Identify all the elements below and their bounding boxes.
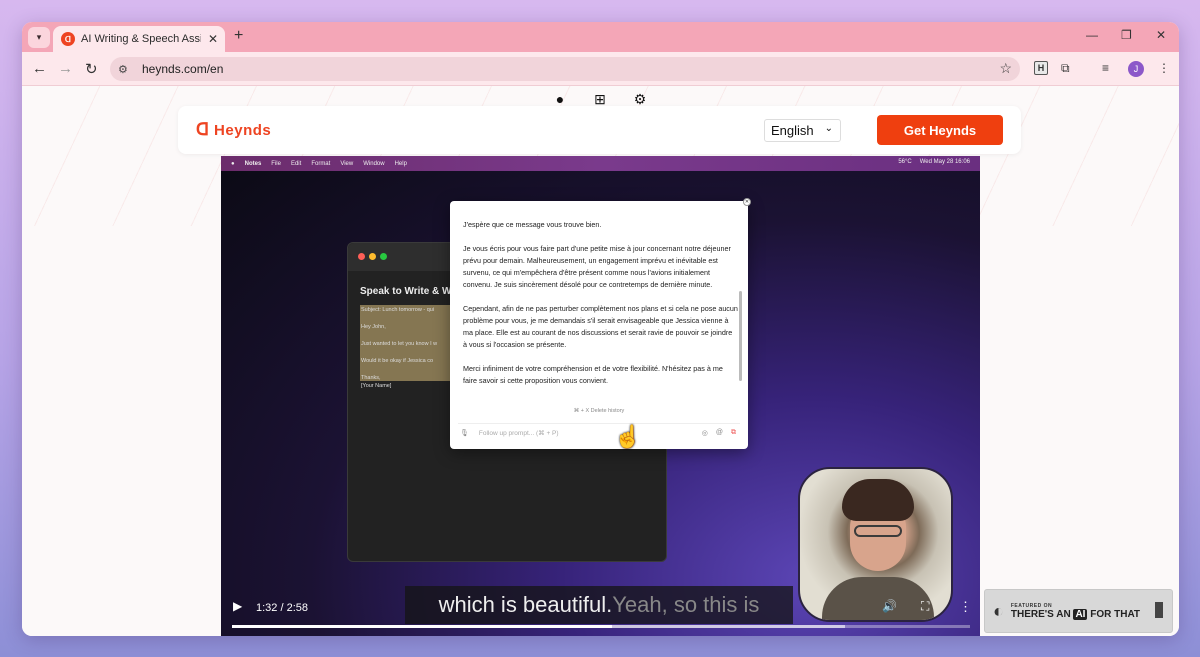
zoom-dot-icon bbox=[380, 253, 387, 260]
menu-item: Window bbox=[363, 160, 385, 167]
close-window-icon[interactable]: ✕ bbox=[1156, 28, 1166, 42]
site-logo[interactable]: ᗡ Heynds bbox=[196, 120, 271, 140]
badge-ai: AI bbox=[1073, 608, 1088, 620]
tab-search-button[interactable]: ▾ bbox=[28, 27, 50, 48]
response-paragraph: Je vous écris pour vous faire part d'une… bbox=[463, 244, 731, 289]
response-paragraph: J'espère que ce message vous trouve bien… bbox=[463, 220, 602, 229]
presenter-webcam bbox=[798, 467, 953, 622]
video-progress-bar[interactable] bbox=[232, 625, 970, 628]
extension-h-icon[interactable]: H bbox=[1034, 61, 1048, 75]
notes-line: Subject: Lunch tomorrow - qui bbox=[361, 307, 435, 313]
play-icon[interactable]: ▶ bbox=[233, 599, 242, 613]
response-paragraph: Merci infiniment de votre compréhension … bbox=[463, 364, 723, 385]
delete-history-hint: ⌘ + X Delete history bbox=[573, 408, 625, 414]
menu-item: Notes bbox=[244, 160, 262, 167]
tab-strip: ▾ ᗡ AI Writing & Speech Assistant D ✕ + … bbox=[22, 22, 1179, 52]
assistant-response: J'espère que ce message vous trouve bien… bbox=[463, 219, 738, 399]
bookmark-star-icon[interactable]: ☆ bbox=[999, 60, 1012, 77]
minimize-icon[interactable]: — bbox=[1086, 28, 1098, 42]
caption-upcoming: Yeah, so this is bbox=[612, 592, 760, 617]
page-content: ● ⊞ ⚙ ᗡ Heynds English ⌄ Get Heynds ● No… bbox=[22, 86, 1179, 636]
mac-status: 56°C Wed May 28 16:06 bbox=[898, 159, 970, 165]
get-heynds-button[interactable]: Get Heynds bbox=[877, 115, 1003, 145]
video-time: 1:32 / 2:58 bbox=[256, 602, 308, 614]
url-text: heynds.com/en bbox=[142, 62, 224, 76]
tab-title: AI Writing & Speech Assistant D bbox=[81, 33, 201, 45]
extensions-puzzle-icon[interactable]: ⧉ bbox=[1061, 61, 1070, 76]
apple-menu-icon: ● bbox=[231, 160, 235, 167]
notes-line: Hey John, bbox=[361, 324, 386, 330]
notes-title: Speak to Write & W bbox=[360, 286, 452, 297]
scrollbar bbox=[739, 291, 742, 381]
video-caption: which is beautiful. Yeah, so this is bbox=[405, 586, 793, 624]
volume-icon[interactable]: 🔊 bbox=[882, 599, 897, 613]
badge-suffix: FOR THAT bbox=[1087, 608, 1141, 620]
menu-item: Format bbox=[311, 160, 331, 167]
reload-icon[interactable]: ↻ bbox=[85, 60, 98, 78]
browser-window: ▾ ᗡ AI Writing & Speech Assistant D ✕ + … bbox=[22, 22, 1179, 636]
badge-prefix: THERE'S AN bbox=[1010, 608, 1074, 620]
logo-text: Heynds bbox=[214, 121, 272, 139]
notes-line: Thanks, bbox=[361, 375, 381, 381]
chevron-down-icon: ⌄ bbox=[824, 123, 833, 134]
follow-up-input: 🎙 Follow up prompt... (⌘ + P) ◎ @ ⧉ bbox=[458, 423, 740, 441]
address-bar[interactable]: ⚙ heynds.com/en ☆ bbox=[110, 57, 1020, 81]
input-placeholder: Follow up prompt... (⌘ + P) bbox=[478, 429, 559, 437]
heynds-favicon-icon: ᗡ bbox=[61, 32, 75, 46]
globe-icon: ◎ bbox=[701, 430, 708, 437]
browser-toolbar: ← → ↻ ⚙ heynds.com/en ☆ H ⧉ ≡ J ⋮ bbox=[22, 52, 1179, 86]
at-icon: @ bbox=[715, 429, 723, 436]
response-paragraph: Cependant, afin de ne pas perturber comp… bbox=[463, 304, 738, 349]
fullscreen-icon[interactable]: ⛶ bbox=[921, 599, 929, 614]
presenter-shirt bbox=[822, 577, 934, 620]
forward-icon[interactable]: → bbox=[58, 60, 73, 77]
language-select[interactable]: English ⌄ bbox=[764, 119, 841, 142]
profile-avatar[interactable]: J bbox=[1128, 61, 1144, 77]
menu-item: Edit bbox=[290, 160, 302, 167]
assistant-panel: ✕ J'espère que ce message vous trouve bi… bbox=[450, 198, 751, 449]
progress-fill bbox=[232, 625, 613, 628]
close-tab-icon[interactable]: ✕ bbox=[207, 32, 219, 46]
menu-item: File bbox=[271, 160, 281, 167]
menu-item: View bbox=[340, 160, 354, 167]
caption-current: which is beautiful. bbox=[438, 592, 613, 617]
taaft-logo-icon: ◐ bbox=[993, 600, 1004, 621]
status-temp: 56°C bbox=[898, 159, 912, 165]
chevron-down-icon: ▾ bbox=[36, 32, 42, 42]
theres-an-ai-for-that-badge[interactable]: ◐ FEATURED ON THERE'S AN AI FOR THAT bbox=[984, 589, 1173, 633]
close-dot-icon bbox=[358, 253, 365, 260]
tab-active[interactable]: ᗡ AI Writing & Speech Assistant D ✕ bbox=[53, 26, 225, 52]
minimize-dot-icon bbox=[369, 253, 376, 260]
microphone-icon: 🎙 bbox=[460, 429, 469, 437]
notes-line: Just wanted to let you know I w bbox=[361, 341, 438, 347]
presenter-glasses bbox=[854, 525, 902, 537]
site-info-icon[interactable]: ⚙ bbox=[118, 63, 134, 76]
close-icon: ✕ bbox=[743, 198, 751, 206]
presenter-hair bbox=[842, 479, 914, 521]
notes-line: Would it be okay if Jessica co bbox=[361, 358, 434, 364]
more-menu-icon[interactable]: ⋮ bbox=[1158, 61, 1170, 75]
status-datetime: Wed May 28 16:06 bbox=[919, 159, 970, 165]
new-tab-button[interactable]: + bbox=[234, 27, 243, 45]
demo-video[interactable]: ● Notes File Edit Format View Window Hel… bbox=[221, 156, 980, 636]
bookmark-icon bbox=[1155, 602, 1163, 618]
restore-icon[interactable]: ❐ bbox=[1121, 28, 1132, 42]
back-icon[interactable]: ← bbox=[32, 60, 47, 77]
language-value: English bbox=[771, 123, 814, 138]
menu-item: Help bbox=[394, 160, 407, 167]
hand-cursor-icon: ☝ bbox=[614, 424, 642, 449]
heynds-logo-icon: ᗡ bbox=[196, 120, 210, 139]
badge-name: THERE'S AN AI FOR THAT bbox=[1010, 608, 1141, 620]
notes-line: [Your Name] bbox=[361, 383, 392, 389]
mac-menubar: ● Notes File Edit Format View Window Hel… bbox=[221, 156, 980, 171]
media-control-icon[interactable]: ≡ bbox=[1102, 61, 1109, 75]
more-options-icon[interactable]: ⋮ bbox=[959, 599, 972, 615]
copy-icon: ⧉ bbox=[731, 429, 736, 436]
input-actions: ◎ @ ⧉ bbox=[702, 429, 736, 437]
site-header: ᗡ Heynds English ⌄ Get Heynds bbox=[178, 106, 1021, 154]
